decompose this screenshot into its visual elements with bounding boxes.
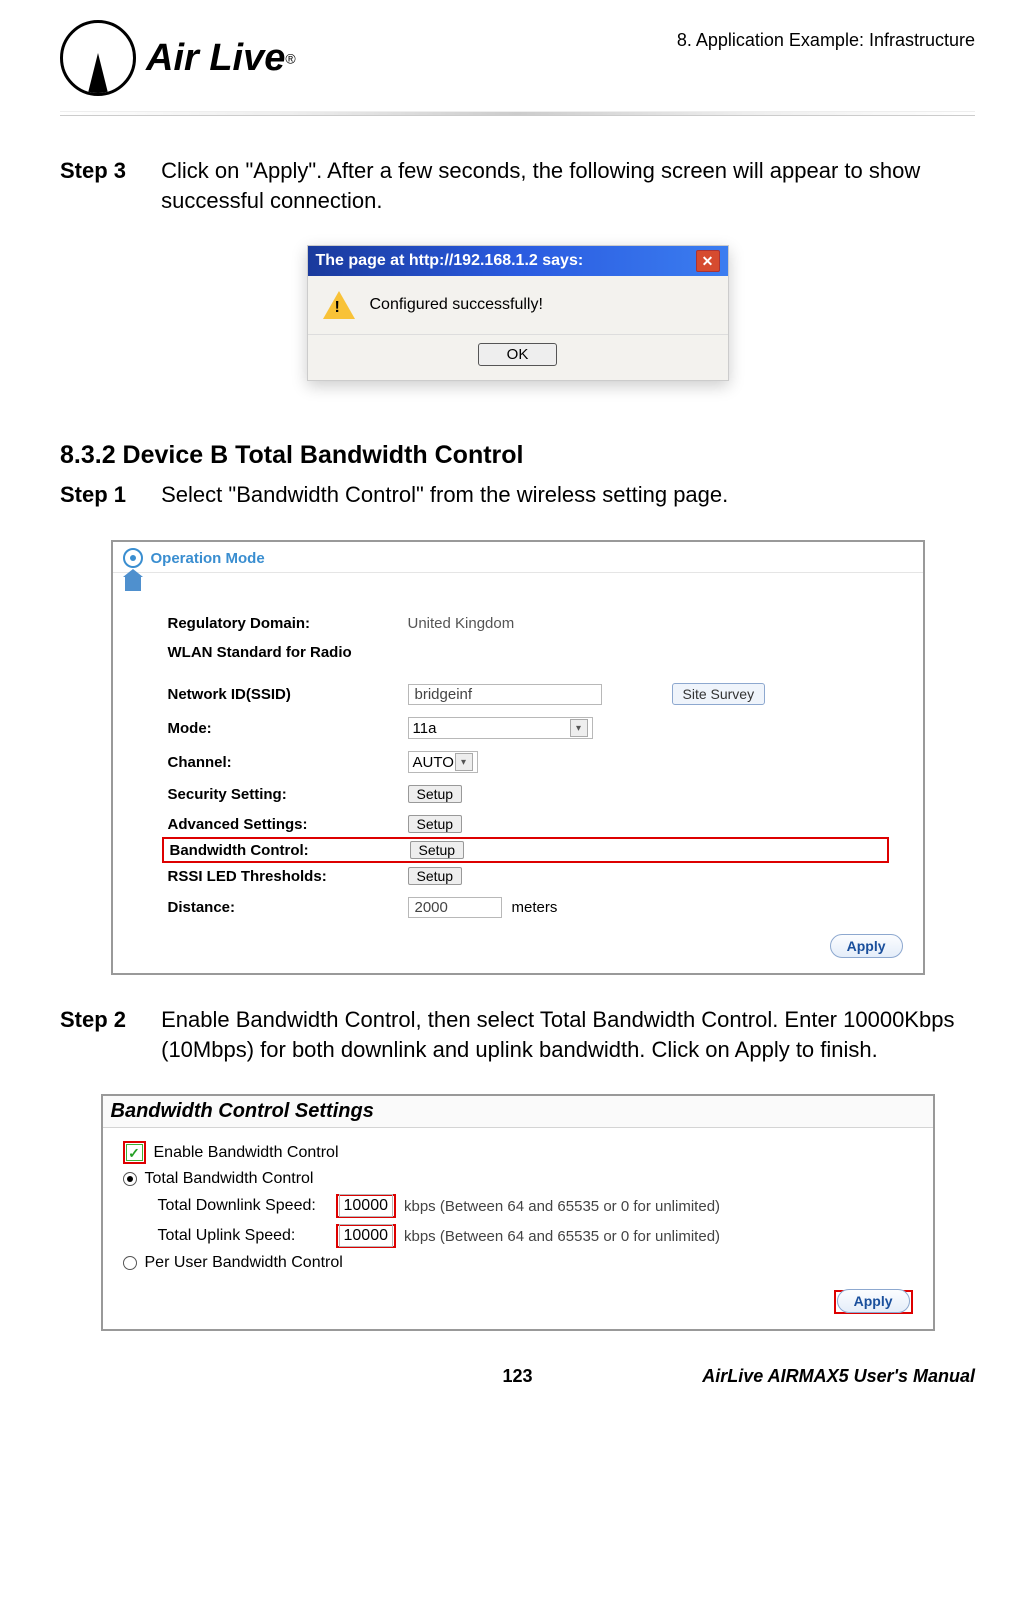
registered-mark: ®	[285, 50, 295, 66]
bandwidth-apply-button[interactable]: Apply	[837, 1289, 910, 1313]
per-user-bandwidth-radio[interactable]	[123, 1256, 137, 1270]
apply-button[interactable]: Apply	[830, 934, 903, 958]
section-title: 8.3.2 Device B Total Bandwidth Control	[60, 441, 975, 470]
close-icon[interactable]: ✕	[696, 250, 720, 272]
step2-label: Step 2	[60, 1005, 155, 1035]
home-icon[interactable]	[125, 577, 141, 591]
bandwidth-setup-button[interactable]: Setup	[410, 841, 465, 859]
downlink-speed-input[interactable]: 10000	[339, 1194, 394, 1217]
operation-mode-icon	[123, 548, 143, 568]
logo-text: Air Live	[146, 37, 285, 79]
mode-label: Mode:	[168, 720, 398, 737]
enable-bandwidth-checkbox[interactable]: ✓	[126, 1144, 143, 1161]
site-survey-button[interactable]: Site Survey	[672, 683, 766, 705]
ok-button[interactable]: OK	[478, 343, 558, 366]
downlink-speed-label: Total Downlink Speed:	[158, 1197, 328, 1215]
rssi-setup-button[interactable]: Setup	[408, 867, 463, 885]
chapter-title: 8. Application Example: Infrastructure	[677, 20, 975, 51]
rssi-thresholds-label: RSSI LED Thresholds:	[168, 868, 398, 885]
bandwidth-settings-panel: Bandwidth Control Settings ✓ Enable Band…	[101, 1094, 935, 1331]
bandwidth-control-row: Bandwidth Control: Setup	[162, 837, 889, 863]
confirm-dialog: The page at http://192.168.1.2 says: ✕ C…	[307, 245, 729, 381]
step3-text: Click on "Apply". After a few seconds, t…	[161, 156, 961, 215]
total-bandwidth-label: Total Bandwidth Control	[145, 1170, 314, 1188]
advanced-settings-label: Advanced Settings:	[168, 816, 398, 833]
uplink-note: kbps (Between 64 and 65535 or 0 for unli…	[404, 1228, 720, 1245]
downlink-note: kbps (Between 64 and 65535 or 0 for unli…	[404, 1198, 720, 1215]
total-bandwidth-radio[interactable]	[123, 1172, 137, 1186]
wlan-standard-label: WLAN Standard for Radio	[168, 644, 398, 661]
enable-bandwidth-label: Enable Bandwidth Control	[154, 1144, 339, 1162]
chevron-down-icon: ▾	[570, 719, 588, 737]
uplink-speed-input[interactable]: 10000	[339, 1224, 394, 1247]
ssid-input[interactable]: bridgeinf	[408, 684, 602, 705]
step1-text: Select "Bandwidth Control" from the wire…	[161, 480, 961, 510]
operation-mode-label[interactable]: Operation Mode	[151, 550, 265, 567]
dialog-title: The page at http://192.168.1.2 says:	[316, 252, 584, 270]
step1-label: Step 1	[60, 480, 155, 510]
bandwidth-settings-title: Bandwidth Control Settings	[103, 1096, 933, 1128]
mode-select[interactable]: 11a ▾	[408, 717, 593, 739]
manual-name: AirLive AIRMAX5 User's Manual	[670, 1366, 975, 1387]
header-divider	[60, 111, 975, 116]
security-setting-label: Security Setting:	[168, 786, 398, 803]
security-setup-button[interactable]: Setup	[408, 785, 463, 803]
wireless-settings-panel: Operation Mode Regulatory Domain: United…	[111, 540, 925, 975]
distance-unit: meters	[512, 899, 558, 916]
regulatory-domain-label: Regulatory Domain:	[168, 615, 398, 632]
regulatory-domain-value: United Kingdom	[408, 615, 515, 632]
page-number: 123	[365, 1366, 670, 1387]
advanced-setup-button[interactable]: Setup	[408, 815, 463, 833]
mode-value: 11a	[413, 720, 437, 737]
chevron-down-icon: ▾	[455, 753, 473, 771]
channel-select[interactable]: AUTO ▾	[408, 751, 478, 773]
distance-input[interactable]: 2000	[408, 897, 502, 918]
step2-block: Step 2 Enable Bandwidth Control, then se…	[60, 1005, 975, 1064]
distance-label: Distance:	[168, 899, 398, 916]
warning-icon	[323, 291, 355, 319]
channel-value: AUTO	[413, 754, 454, 771]
brand-logo: Air Live®	[60, 20, 296, 96]
channel-label: Channel:	[168, 754, 398, 771]
ssid-label: Network ID(SSID)	[168, 686, 398, 703]
bandwidth-control-label: Bandwidth Control:	[170, 842, 400, 859]
step3-block: Step 3 Click on "Apply". After a few sec…	[60, 156, 975, 215]
step3-label: Step 3	[60, 156, 155, 186]
step1-block: Step 1 Select "Bandwidth Control" from t…	[60, 480, 975, 510]
uplink-speed-label: Total Uplink Speed:	[158, 1227, 328, 1245]
step2-text: Enable Bandwidth Control, then select To…	[161, 1005, 961, 1064]
dialog-message: Configured successfully!	[370, 296, 543, 314]
per-user-bandwidth-label: Per User Bandwidth Control	[145, 1254, 343, 1272]
logo-mark-icon	[60, 20, 136, 96]
